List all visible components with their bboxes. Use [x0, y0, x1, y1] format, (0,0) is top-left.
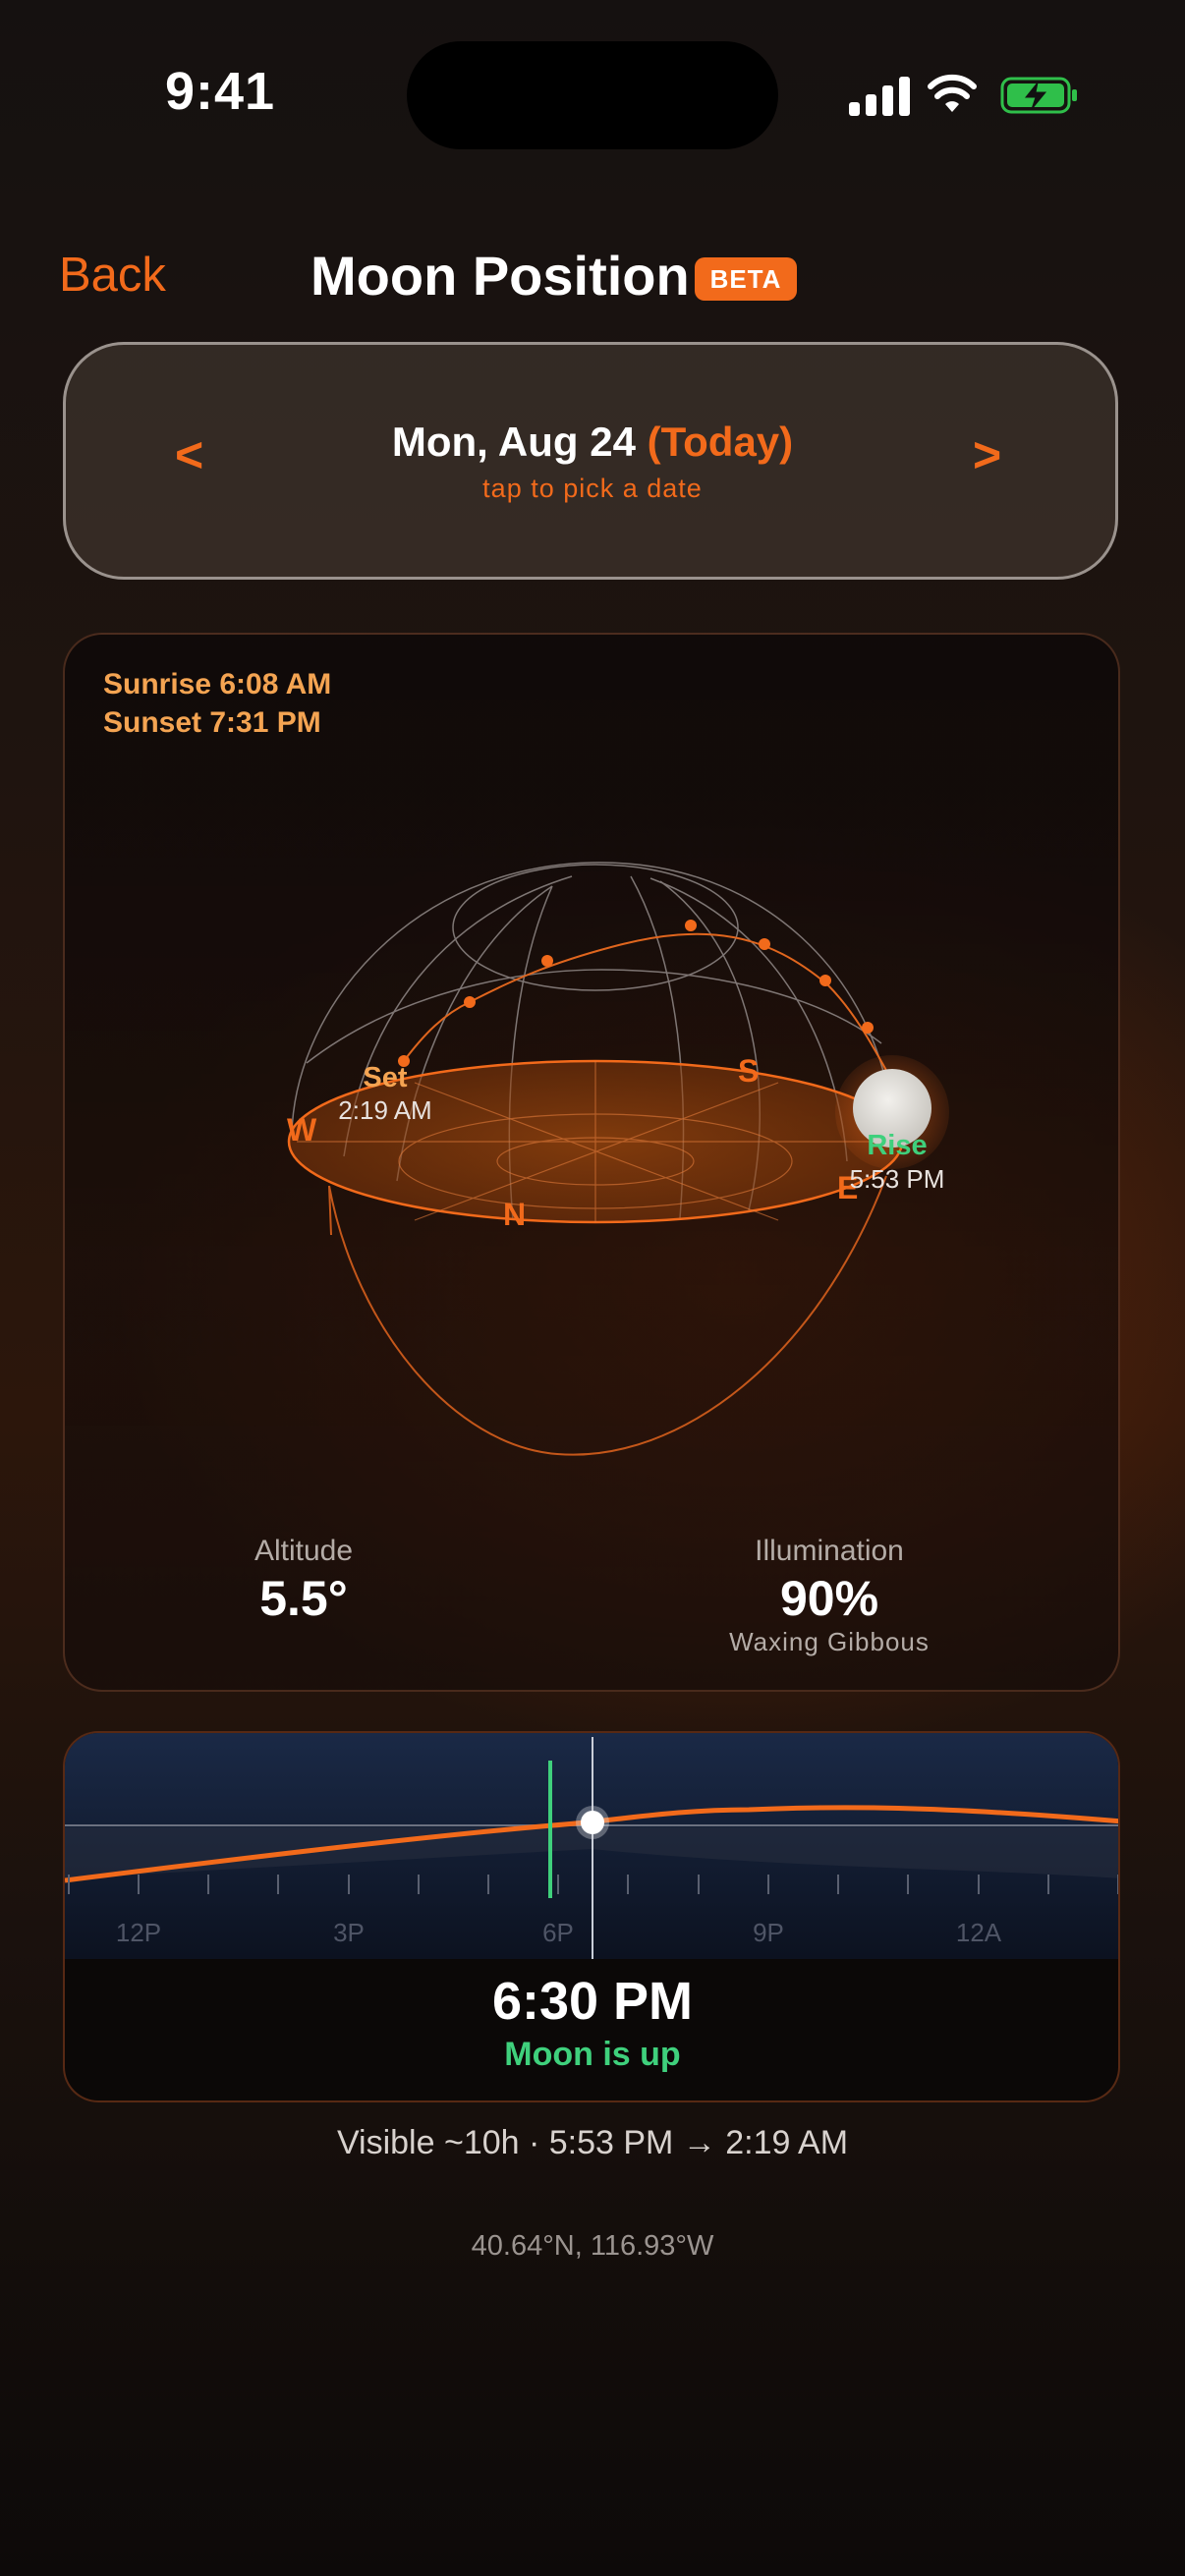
cellular-signal-icon [849, 77, 910, 116]
rise-time: 5:53 PM [850, 1164, 945, 1194]
today-label: (Today) [647, 419, 794, 465]
timeline-scrubber-handle [581, 1811, 604, 1834]
altitude-label: Altitude [254, 1535, 354, 1567]
date-hint: tap to pick a date [482, 474, 703, 503]
illumination-value: 90% [779, 1571, 879, 1626]
set-time: 2:19 AM [338, 1095, 431, 1125]
rise-label: Rise [867, 1130, 927, 1161]
sky-dome-diagram: W S N E Set 2:19 AM Rise 5:53 PM [287, 862, 949, 1456]
selected-time: 6:30 PM [491, 1972, 694, 2031]
status-time: 9:41 [165, 62, 276, 121]
wifi-icon [928, 74, 977, 112]
battery-charging-icon [1000, 77, 1077, 114]
compass-n: N [503, 1197, 526, 1232]
moon-phase: Waxing Gibbous [729, 1627, 930, 1656]
tick-12p: 12P [116, 1918, 161, 1947]
visibility-summary: Visible ~10h · 5:53 PM → 2:19 AM [336, 2124, 849, 2161]
beta-badge: BETA [695, 257, 797, 301]
sky-dome-card: W S N E Set 2:19 AM Rise 5:53 PM [63, 633, 1120, 1692]
tick-6p: 6P [542, 1918, 574, 1947]
page-title: Moon Position [310, 245, 690, 307]
tick-9p: 9P [753, 1918, 784, 1947]
altitude-value: 5.5° [259, 1571, 348, 1626]
sunrise-text: Sunrise 6:08 AM [103, 668, 332, 700]
compass-s: S [738, 1053, 759, 1089]
tick-3p: 3P [333, 1918, 365, 1947]
dynamic-island [407, 41, 778, 149]
illumination-label: Illumination [755, 1535, 904, 1567]
compass-w: W [287, 1112, 317, 1148]
selected-date[interactable]: Mon, Aug 24 (Today) [0, 419, 1185, 466]
date-text: Mon, Aug 24 [391, 419, 636, 465]
moon-status: Moon is up [504, 2036, 681, 2073]
location-coordinates: 40.64°N, 116.93°W [471, 2230, 714, 2262]
set-label: Set [363, 1062, 407, 1093]
back-button[interactable]: Back [59, 248, 166, 303]
sunset-text: Sunset 7:31 PM [103, 706, 321, 739]
tick-12a: 12A [956, 1918, 1002, 1947]
